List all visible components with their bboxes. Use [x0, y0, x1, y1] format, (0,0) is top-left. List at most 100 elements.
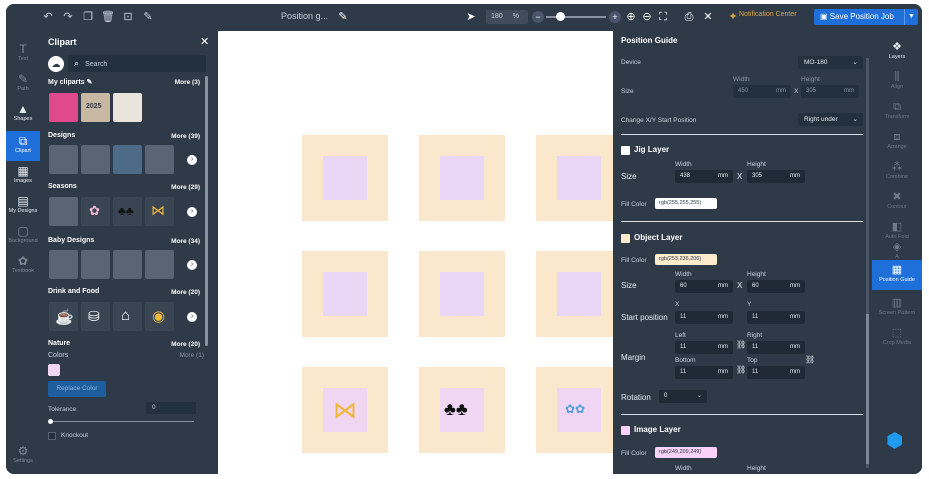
more-baby-designs[interactable]: More (34): [171, 238, 200, 245]
image-fill-color-chip[interactable]: rgb(249,209,249): [655, 447, 717, 458]
bird-of-paradise-image[interactable]: [440, 272, 484, 316]
object-height-input[interactable]: 60 mm: [747, 280, 805, 293]
flower-image[interactable]: ♣♣: [440, 388, 484, 432]
link-icon[interactable]: ⛓: [736, 340, 746, 349]
jig-width-input[interactable]: 438 mm: [675, 170, 733, 183]
rail-my-designs[interactable]: ▤ My Designs: [6, 191, 40, 221]
delete-icon[interactable]: 🗑: [101, 10, 115, 24]
rail-position-guide[interactable]: ▦ Position Guide: [872, 260, 922, 290]
cursor-icon[interactable]: ➤: [464, 10, 478, 24]
more-designs[interactable]: More (39): [171, 133, 200, 140]
clipart-thumb[interactable]: ♣♣: [113, 197, 142, 226]
undo-icon[interactable]: ↶: [41, 10, 55, 24]
rail-images[interactable]: ▦ Images: [6, 161, 40, 191]
clipart-thumb[interactable]: ⛁: [81, 302, 110, 331]
number-image[interactable]: ✿✿: [557, 388, 601, 432]
rail-screen-pattern[interactable]: ▥ Screen Pattern: [872, 293, 922, 323]
colors-more-link[interactable]: More (1): [179, 352, 204, 359]
rail-shapes[interactable]: ▲ Shapes: [6, 99, 40, 129]
rail-contour[interactable]: ✖ Contour: [872, 187, 922, 217]
document-name[interactable]: Position g...: [281, 11, 328, 21]
rail-transform[interactable]: ⧉ Transform: [872, 97, 922, 127]
clipart-thumb[interactable]: [113, 145, 142, 174]
clipart-thumb[interactable]: ⋈: [145, 197, 174, 226]
jig-fill-color-chip[interactable]: rgb(255,255,255): [655, 198, 717, 209]
more-seasons[interactable]: More (29): [171, 184, 200, 191]
bird-of-paradise-image[interactable]: [323, 272, 367, 316]
margin-bottom-input[interactable]: 11 mm: [675, 366, 733, 379]
rail-settings[interactable]: ⚙ Settings: [6, 441, 40, 471]
chevron-right-icon[interactable]: ›: [187, 207, 197, 217]
panel-scrollbar[interactable]: [205, 76, 208, 346]
zoom-input[interactable]: 180%: [486, 10, 528, 24]
clipart-thumb[interactable]: [49, 93, 78, 122]
knockout-checkbox[interactable]: [48, 432, 56, 440]
start-y-input[interactable]: 11 mm: [747, 311, 805, 324]
rail-background[interactable]: ▢ Background: [6, 221, 40, 251]
margin-left-input[interactable]: 11 mm: [675, 341, 733, 354]
chevron-right-icon[interactable]: ›: [187, 155, 197, 165]
chevron-right-icon[interactable]: ›: [187, 312, 197, 322]
zoom-in-button[interactable]: +: [609, 11, 621, 23]
jig-slot[interactable]: [302, 135, 388, 221]
tolerance-slider-handle[interactable]: [48, 419, 53, 424]
bird-of-paradise-image[interactable]: [557, 156, 601, 200]
start-x-input[interactable]: 11 mm: [675, 311, 733, 324]
zoom-out-icon[interactable]: ⊖: [640, 10, 654, 24]
pen-icon[interactable]: ✎: [141, 10, 155, 24]
clipart-thumb[interactable]: [81, 145, 110, 174]
device-select[interactable]: MO-180 ⌄: [798, 56, 863, 69]
copy-icon[interactable]: ❐: [81, 10, 95, 24]
replace-color-button[interactable]: Replace Color: [48, 381, 106, 397]
rail-textbook[interactable]: ✿ Textbook: [6, 251, 40, 281]
image-layer-checkbox[interactable]: [621, 426, 630, 435]
clipart-thumb[interactable]: [113, 93, 142, 122]
bird-of-paradise-image[interactable]: [440, 156, 484, 200]
margin-top-input[interactable]: 11 mm: [747, 366, 805, 379]
clipart-thumb[interactable]: 2025: [81, 93, 110, 122]
search-input[interactable]: ⌕ Search: [68, 55, 206, 72]
zoom-in-icon[interactable]: ⊕: [624, 10, 638, 24]
clipart-thumb[interactable]: ☕: [49, 302, 78, 331]
rail-path[interactable]: ✎ Path: [6, 69, 40, 99]
zoom-slider[interactable]: [546, 16, 606, 18]
clipart-thumb[interactable]: [145, 145, 174, 174]
save-dropdown-chevron-icon[interactable]: ▼: [904, 9, 918, 25]
chevron-right-icon[interactable]: ›: [187, 260, 197, 270]
start-position-select[interactable]: Right under ⌄: [798, 113, 863, 126]
jig-height-input[interactable]: 305 mm: [747, 170, 805, 183]
clipart-thumb[interactable]: ◉: [145, 302, 174, 331]
jig-layer-checkbox[interactable]: [621, 146, 630, 155]
jig-slot[interactable]: [419, 251, 505, 337]
rail-combine[interactable]: ⁂ Combine: [872, 157, 922, 187]
jig-slot[interactable]: [536, 135, 622, 221]
color-swatch[interactable]: [48, 364, 60, 376]
margin-right-input[interactable]: 11 mm: [747, 341, 805, 354]
jig-slot[interactable]: [536, 251, 622, 337]
rail-align[interactable]: ⫼ Align: [872, 67, 922, 97]
clipart-thumb[interactable]: [145, 250, 174, 279]
jig-slot[interactable]: [302, 251, 388, 337]
jig-slot[interactable]: ♣♣: [419, 367, 505, 453]
notification-center-link[interactable]: Notification Center: [739, 11, 797, 18]
bird-of-paradise-image[interactable]: [323, 156, 367, 200]
design-canvas[interactable]: ⋈ ♣♣ ✿✿: [218, 31, 622, 474]
close-icon[interactable]: ✕: [200, 35, 209, 48]
redo-icon[interactable]: ↷: [61, 10, 75, 24]
rotation-select[interactable]: 0 ⌄: [659, 390, 707, 403]
rail-crop-media[interactable]: ⬚ Crop Media: [872, 323, 922, 353]
object-layer-checkbox[interactable]: [621, 234, 630, 243]
rail-arrange[interactable]: ⧈ Arrange: [872, 127, 922, 157]
clipart-thumb[interactable]: [49, 145, 78, 174]
jig-slot[interactable]: ⋈: [302, 367, 388, 453]
zoom-out-button[interactable]: −: [532, 11, 544, 23]
tolerance-input[interactable]: 0: [146, 402, 196, 414]
upload-cloud-icon[interactable]: ☁: [48, 56, 64, 72]
clipart-thumb[interactable]: [81, 250, 110, 279]
more-nature[interactable]: More (20): [171, 341, 200, 348]
close-icon[interactable]: ✕: [701, 10, 715, 24]
frame-icon[interactable]: ⊡: [121, 10, 135, 24]
rail-clipart[interactable]: ⧉ Clipart: [6, 131, 40, 161]
zoom-slider-handle[interactable]: [556, 12, 565, 21]
clipart-thumb[interactable]: [113, 250, 142, 279]
